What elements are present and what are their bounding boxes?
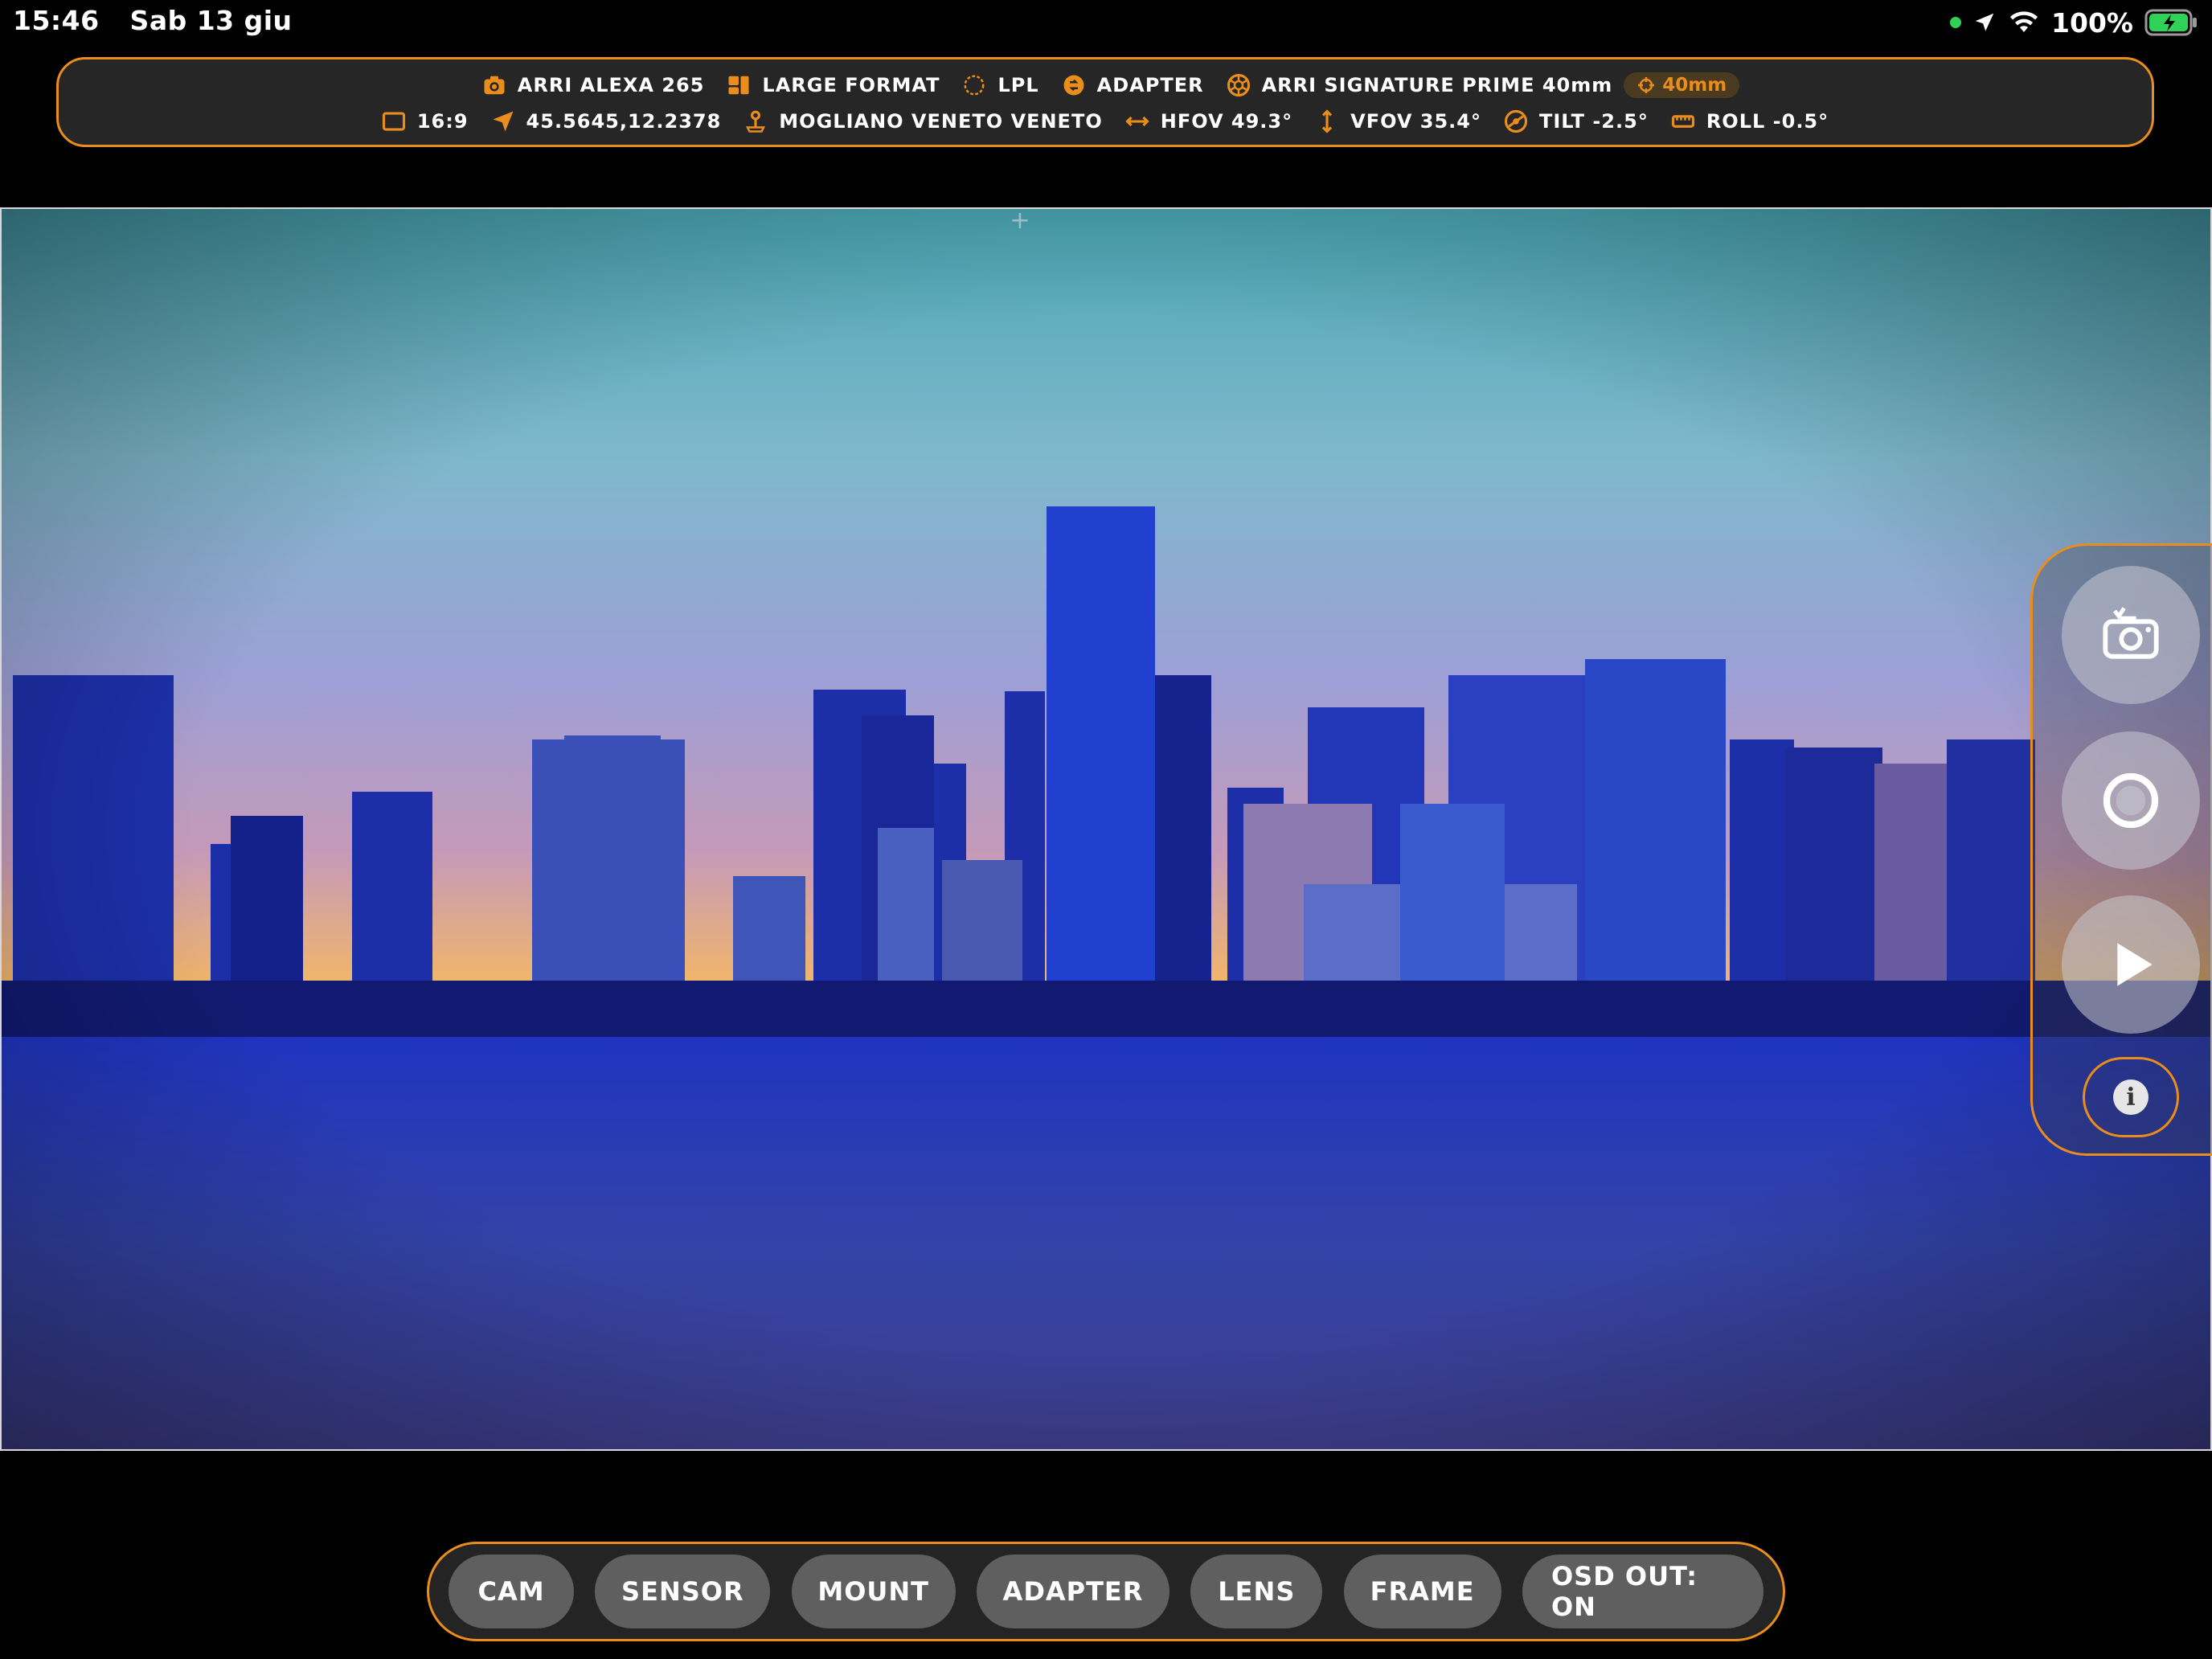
- capture-side-panel: i: [2030, 543, 2212, 1156]
- play-button[interactable]: [2062, 895, 2200, 1034]
- tilt-icon: [1504, 109, 1528, 133]
- battery-charging-icon: [2144, 9, 2197, 36]
- info-place: MOGLIANO VENETO VENETO: [743, 109, 1102, 133]
- switch-camera-button[interactable]: [2062, 566, 2200, 704]
- battery-percent: 100%: [2051, 6, 2133, 39]
- camera-icon: [482, 73, 506, 97]
- location-icon: [491, 109, 515, 133]
- bottom-menu-bar: CAM SENSOR MOUNT ADAPTER LENS FRAME OSD …: [427, 1542, 1785, 1641]
- lens-button[interactable]: LENS: [1190, 1555, 1323, 1628]
- frame-icon: [382, 109, 406, 133]
- info-adapter: ADAPTER: [1062, 73, 1204, 97]
- lens-icon: [1227, 73, 1251, 97]
- mic-indicator-icon: [1950, 17, 1962, 28]
- camera-info-bar: ARRI ALEXA 265 LARGE FORMAT LPL ADAPTER …: [56, 57, 2154, 147]
- skyline-scene: [2, 209, 2210, 1449]
- adapter-button[interactable]: ADAPTER: [976, 1555, 1169, 1628]
- sensor-button[interactable]: SENSOR: [595, 1555, 771, 1628]
- info-button[interactable]: i: [2083, 1057, 2179, 1137]
- sensor-icon: [727, 73, 751, 97]
- cam-button[interactable]: CAM: [449, 1555, 574, 1628]
- info-tilt: TILT -2.5°: [1504, 109, 1649, 133]
- wifi-icon: [2010, 11, 2038, 32]
- crosshair-icon: +: [1010, 207, 1030, 235]
- info-hfov: HFOV 49.3°: [1125, 109, 1292, 133]
- info-camera: ARRI ALEXA 265: [482, 73, 705, 97]
- record-button[interactable]: [2062, 731, 2200, 870]
- camera-viewport[interactable]: +: [0, 207, 2212, 1451]
- place-icon: [743, 109, 768, 133]
- status-date: Sab 13 giu: [129, 5, 293, 36]
- camera-switch-icon: [2103, 607, 2159, 659]
- mount-button[interactable]: MOUNT: [791, 1555, 956, 1628]
- target-icon: [1638, 77, 1655, 93]
- mount-icon: [962, 73, 986, 97]
- info-vfov: VFOV 35.4°: [1315, 109, 1481, 133]
- info-frame: 16:9: [382, 109, 469, 133]
- info-sensor: LARGE FORMAT: [727, 73, 940, 97]
- info-row-1: ARRI ALEXA 265 LARGE FORMAT LPL ADAPTER …: [59, 72, 2152, 98]
- adapter-icon: [1062, 73, 1086, 97]
- status-bar: 15:46 Sab 13 giu 100%: [0, 0, 2212, 45]
- status-time: 15:46: [13, 5, 100, 36]
- info-coordinates: 45.5645,12.2378: [491, 109, 722, 133]
- info-roll: ROLL -0.5°: [1671, 109, 1829, 133]
- hfov-icon: [1125, 109, 1149, 133]
- record-icon: [2103, 772, 2159, 829]
- roll-icon: [1671, 109, 1695, 133]
- focal-length-badge: 40mm: [1624, 72, 1740, 98]
- info-lens: ARRI SIGNATURE PRIME 40mm: [1227, 73, 1613, 97]
- info-mount: LPL: [962, 73, 1038, 97]
- vfov-icon: [1315, 109, 1339, 133]
- location-arrow-icon: [1975, 13, 1994, 31]
- info-icon: i: [2113, 1079, 2149, 1115]
- frame-button[interactable]: FRAME: [1343, 1555, 1501, 1628]
- play-icon: [2117, 943, 2153, 986]
- info-row-2: 16:9 45.5645,12.2378 MOGLIANO VENETO VEN…: [59, 109, 2152, 133]
- osd-out-button[interactable]: OSD OUT: ON: [1522, 1555, 1763, 1628]
